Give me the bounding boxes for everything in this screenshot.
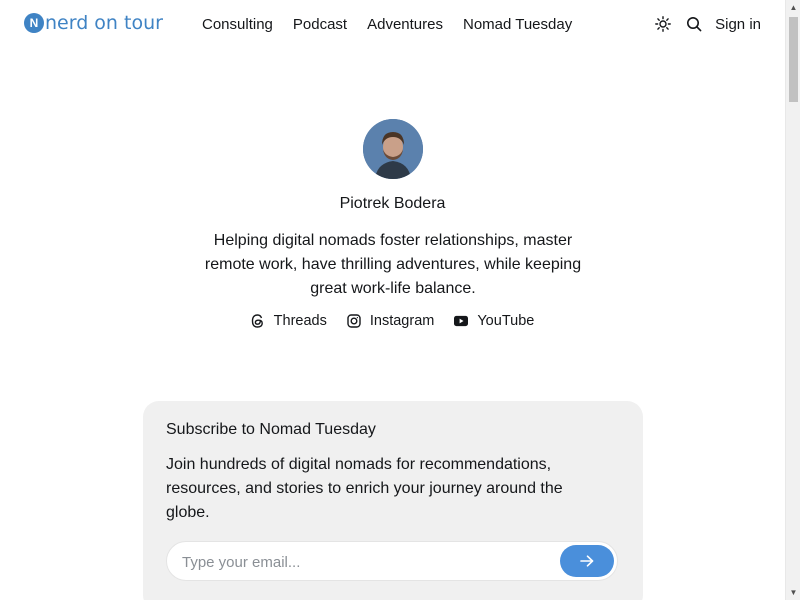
profile-name: Piotrek Bodera: [339, 195, 446, 212]
social-label-threads: Threads: [273, 313, 327, 329]
arrow-right-icon: [580, 555, 594, 567]
instagram-icon: [347, 314, 361, 328]
nav-item-consulting[interactable]: Consulting: [202, 16, 273, 34]
header-actions: Sign in: [653, 14, 761, 34]
site-logo[interactable]: N nerd on tour: [24, 13, 163, 33]
subscribe-description: Join hundreds of digital nomads for reco…: [166, 456, 563, 521]
nav-item-adventures[interactable]: Adventures: [367, 16, 443, 34]
scroll-up-arrow-icon[interactable]: ▲: [786, 0, 800, 15]
page-scrollbar[interactable]: ▲ ▼: [785, 0, 800, 600]
subscribe-form: [166, 541, 618, 581]
avatar: [363, 119, 423, 179]
page: N nerd on tour Consulting Podcast Advent…: [0, 0, 800, 600]
social-link-threads[interactable]: Threads: [251, 313, 327, 329]
scroll-down-arrow-icon[interactable]: ▼: [786, 585, 800, 600]
profile-bio: Helping digital nomads foster relationsh…: [204, 232, 582, 297]
threads-icon: [251, 314, 265, 328]
social-link-instagram[interactable]: Instagram: [347, 313, 434, 329]
logo-text: nerd on tour: [45, 12, 163, 34]
subscribe-submit-button[interactable]: [560, 545, 614, 577]
nav-item-nomad-tuesday[interactable]: Nomad Tuesday: [463, 16, 572, 34]
avatar-portrait-image: [363, 119, 423, 179]
social-label-youtube: YouTube: [477, 313, 535, 329]
email-input[interactable]: [182, 551, 552, 573]
subscribe-card: Subscribe to Nomad Tuesday Join hundreds…: [143, 401, 643, 600]
social-links: Threads Instagram YouTube: [0, 313, 785, 329]
youtube-icon: [454, 314, 469, 328]
subscribe-title: Subscribe to Nomad Tuesday: [166, 421, 376, 438]
nav-item-podcast[interactable]: Podcast: [293, 16, 347, 34]
theme-toggle-sun-icon[interactable]: [653, 14, 673, 34]
social-label-instagram: Instagram: [369, 313, 435, 329]
scroll-thumb[interactable]: [789, 17, 798, 102]
social-link-youtube[interactable]: YouTube: [454, 313, 534, 329]
main-nav: Consulting Podcast Adventures Nomad Tues…: [202, 16, 592, 34]
search-icon[interactable]: [684, 14, 704, 34]
logo-mark-icon: N: [24, 13, 44, 33]
site-header: N nerd on tour Consulting Podcast Advent…: [0, 0, 785, 50]
sign-in-link[interactable]: Sign in: [715, 16, 761, 33]
